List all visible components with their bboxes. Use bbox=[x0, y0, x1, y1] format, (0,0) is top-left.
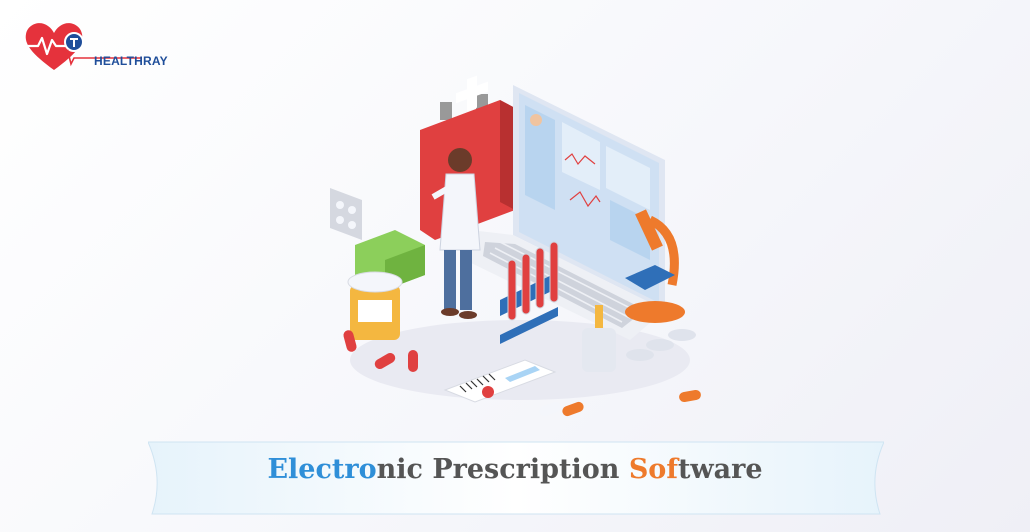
title-part-2: nic Prescription bbox=[376, 454, 629, 485]
pill-blister-icon bbox=[330, 188, 362, 240]
title-part-4: tware bbox=[677, 454, 763, 485]
title-part-3: Sof bbox=[628, 454, 678, 485]
eprescription-illustration bbox=[330, 75, 701, 417]
brand-logo[interactable]: HEALTHRAY bbox=[22, 18, 168, 78]
medicine-bottle-icon bbox=[347, 271, 403, 340]
title-part-1: Electro bbox=[267, 454, 377, 485]
page-title: Electronic Prescription Software bbox=[0, 454, 1030, 485]
heart-logo-icon bbox=[25, 23, 142, 70]
brand-name: HEALTHRAY bbox=[94, 54, 168, 68]
